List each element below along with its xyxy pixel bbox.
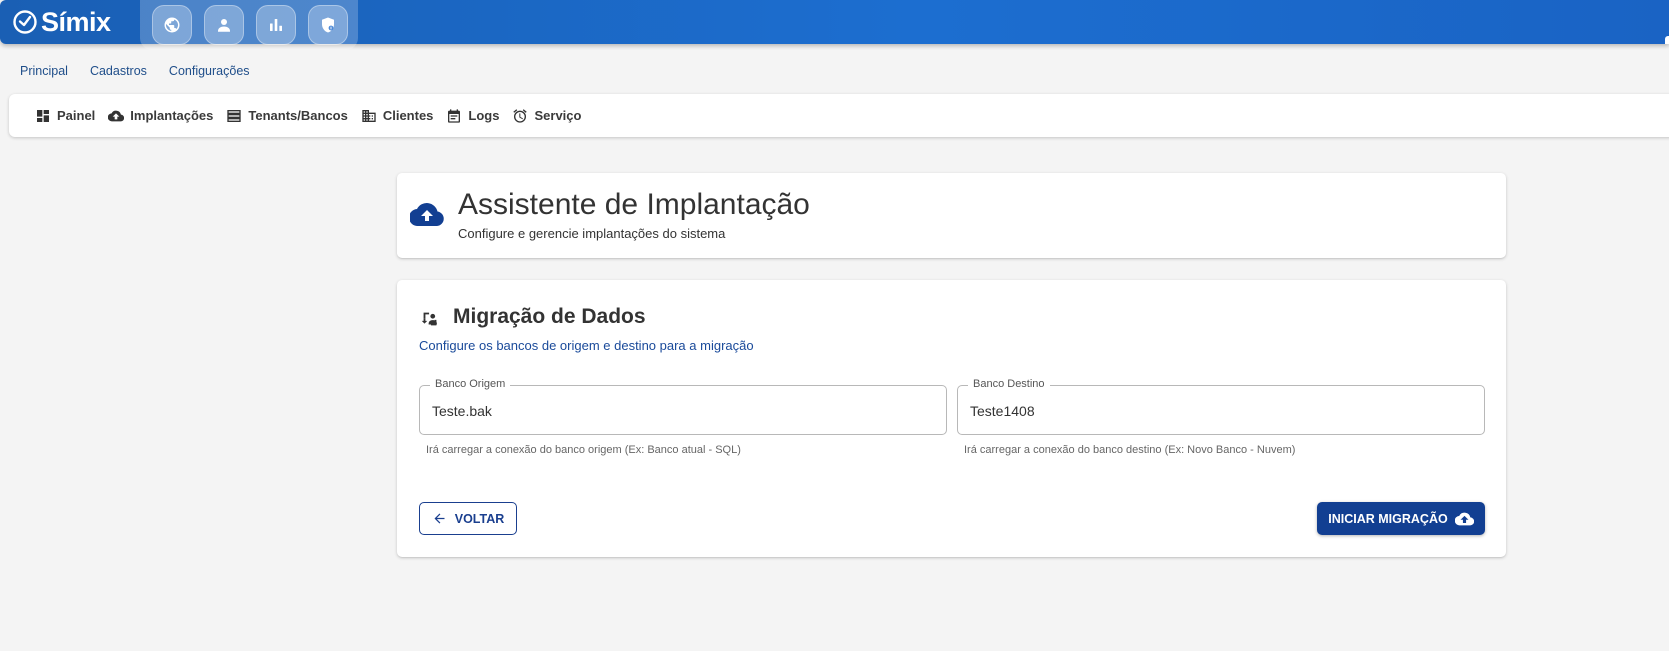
security-button[interactable]: [308, 5, 348, 45]
subnav-item-logs[interactable]: Logs: [446, 108, 499, 124]
subnav-item-painel[interactable]: Painel: [35, 108, 95, 124]
subnav-item-servico[interactable]: Serviço: [512, 108, 581, 124]
building-icon: [362, 109, 376, 122]
brand-logo[interactable]: Símix: [12, 6, 111, 38]
origin-db-label: Banco Origem: [430, 378, 511, 390]
globe-icon: [164, 17, 180, 33]
bar-chart-icon: [270, 19, 282, 31]
cloud-upload-icon: [108, 110, 125, 121]
subnav-label: Logs: [468, 108, 500, 123]
origin-db-field: Banco Origem: [419, 378, 947, 435]
data-transfer-icon: [421, 312, 437, 326]
cloud-upload-icon: [410, 203, 444, 227]
section-title: Migração de Dados: [453, 305, 646, 328]
arrow-left-icon: [434, 513, 445, 524]
subnav-label: Tenants/Bancos: [248, 108, 348, 123]
subnav-item-tenants[interactable]: Tenants/Bancos: [226, 108, 348, 124]
subnav-item-clientes[interactable]: Clientes: [361, 108, 434, 124]
start-migration-button[interactable]: INICIAR MIGRAÇÃO: [1317, 502, 1485, 535]
person-icon: [218, 19, 230, 32]
origin-db-input[interactable]: [432, 400, 932, 422]
back-button[interactable]: VOLTAR: [419, 502, 517, 535]
calendar-icon: [448, 108, 461, 123]
destination-db-input[interactable]: [970, 400, 1470, 422]
alarm-icon: [513, 108, 528, 123]
shield-icon: [322, 17, 334, 33]
start-migration-label: INICIAR MIGRAÇÃO: [1328, 511, 1448, 526]
destination-db-helper: Irá carregar a conexão do banco destino …: [964, 444, 1296, 456]
clock-logo-icon: [13, 10, 37, 34]
back-button-label: VOLTAR: [454, 511, 505, 526]
main-menu: Principal Cadastros Configurações: [20, 64, 250, 78]
topbar-edge: [1665, 36, 1669, 44]
subnav-label: Clientes: [382, 108, 434, 123]
dashboard-icon: [37, 109, 49, 122]
section-subtitle: Configure os bancos de origem e destino …: [419, 338, 754, 353]
reports-button[interactable]: [256, 5, 296, 45]
quick-actions-panel: [140, 0, 358, 50]
sub-navigation: Painel Implantações Tenants/Bancos Clien…: [9, 94, 1669, 137]
brand-name: Símix: [41, 6, 111, 37]
globe-button[interactable]: [152, 5, 192, 45]
page-title: Assistente de Implantação: [458, 188, 810, 221]
destination-db-label: Banco Destino: [968, 378, 1050, 390]
subnav-label: Painel: [57, 108, 96, 123]
top-app-bar: Símix: [0, 0, 1669, 50]
user-button[interactable]: [204, 5, 244, 45]
subnav-item-implantacoes[interactable]: Implantações: [108, 108, 213, 124]
menu-item-cadastros[interactable]: Cadastros: [90, 64, 147, 78]
list-icon: [227, 109, 242, 122]
page-header-card: Assistente de Implantação Configure e ge…: [397, 173, 1506, 258]
menu-item-principal[interactable]: Principal: [20, 64, 68, 78]
origin-db-helper: Irá carregar a conexão do banco origem (…: [426, 444, 741, 456]
cloud-upload-icon: [1454, 512, 1474, 525]
page-subtitle: Configure e gerencie implantações do sis…: [458, 226, 726, 241]
destination-db-field: Banco Destino: [957, 378, 1485, 435]
subnav-label: Implantações: [130, 108, 214, 123]
migration-card: Migração de Dados Configure os bancos de…: [397, 280, 1506, 557]
menu-item-configuracoes[interactable]: Configurações: [169, 64, 250, 78]
subnav-label: Serviço: [534, 108, 582, 123]
